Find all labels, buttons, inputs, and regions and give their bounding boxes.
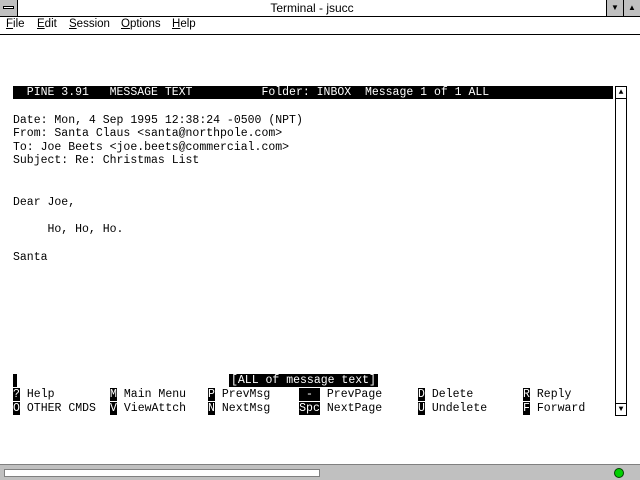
cmd-label: PrevMsg <box>221 388 271 401</box>
scroll-down-icon[interactable]: ▼ <box>616 403 626 415</box>
cmd-label: Forward <box>536 402 586 415</box>
cmd-label: Help <box>26 388 55 401</box>
cmd-next-msg[interactable]: N NextMsg <box>208 402 270 415</box>
cmd-key: O <box>13 402 20 415</box>
scroll-up-icon[interactable]: ▲ <box>616 87 626 99</box>
cmd-main-menu[interactable]: M Main Menu <box>110 388 186 401</box>
terminal-screen[interactable]: PINE 3.91 MESSAGE TEXT Folder: INBOX Mes… <box>13 86 627 416</box>
cmd-delete[interactable]: D Delete <box>418 388 473 401</box>
body-greeting: Dear Joe, <box>13 196 76 209</box>
menu-edit[interactable]: Edit <box>37 17 57 34</box>
header-date: Date: Mon, 4 Sep 1995 12:38:24 -0500 (NP… <box>13 114 303 127</box>
cmd-next-page[interactable]: Spc NextPage <box>299 402 382 415</box>
cmd-help[interactable]: ? Help <box>13 388 55 401</box>
cmd-label: ViewAttch <box>123 402 187 415</box>
menu-help[interactable]: Help <box>172 17 196 34</box>
cmd-key: V <box>110 402 117 415</box>
cmd-label: NextPage <box>326 402 383 415</box>
header-to: To: Joe Beets <joe.beets@commercial.com> <box>13 141 290 154</box>
connection-led-icon <box>614 468 624 478</box>
cmd-key: M <box>110 388 117 401</box>
cmd-key: Spc <box>299 402 320 415</box>
cmd-reply[interactable]: R Reply <box>523 388 571 401</box>
cmd-label: PrevPage <box>326 388 383 401</box>
header-from: From: Santa Claus <santa@northpole.com> <box>13 127 283 140</box>
title-bar: Terminal - jsucc ▼ ▲ <box>0 0 640 17</box>
menu-session[interactable]: Session <box>69 17 110 34</box>
cmd-key: - <box>299 388 320 401</box>
cmd-label: Undelete <box>431 402 488 415</box>
cmd-view-attch[interactable]: V ViewAttch <box>110 402 186 415</box>
vertical-scrollbar[interactable]: ▲ ▼ <box>615 86 627 416</box>
maximize-icon[interactable]: ▲ <box>623 0 640 16</box>
cmd-key: D <box>418 388 425 401</box>
cmd-label: OTHER CMDS <box>26 402 96 415</box>
cmd-undelete[interactable]: U Undelete <box>418 402 487 415</box>
cmd-prev-msg[interactable]: P PrevMsg <box>208 388 270 401</box>
cmd-key: P <box>208 388 215 401</box>
cmd-key: ? <box>13 388 20 401</box>
menu-bar: File Edit Session Options Help <box>0 17 640 35</box>
terminal-cursor <box>13 374 17 387</box>
menu-file[interactable]: File <box>6 17 25 34</box>
cmd-key: N <box>208 402 215 415</box>
window-title: Terminal - jsucc <box>270 1 354 15</box>
horizontal-scrollbar[interactable] <box>4 469 320 477</box>
cmd-other-cmds[interactable]: O OTHER CMDS <box>13 402 96 415</box>
body-signature: Santa <box>13 251 48 264</box>
cmd-key: F <box>523 402 530 415</box>
pine-status-bar: PINE 3.91 MESSAGE TEXT Folder: INBOX Mes… <box>13 86 613 99</box>
cmd-prev-page[interactable]: - PrevPage <box>299 388 382 401</box>
menu-options[interactable]: Options <box>121 17 161 34</box>
system-menu-icon[interactable] <box>0 0 18 16</box>
header-subject: Subject: Re: Christmas List <box>13 154 200 167</box>
cmd-label: Delete <box>431 388 474 401</box>
cmd-label: Main Menu <box>123 388 187 401</box>
minimize-icon[interactable]: ▼ <box>606 0 623 16</box>
cmd-forward[interactable]: F Forward <box>523 402 585 415</box>
cmd-label: NextMsg <box>221 402 271 415</box>
message-indicator: [ALL of message text] <box>229 374 378 387</box>
cmd-label: Reply <box>536 388 572 401</box>
body-text: Ho, Ho, Ho. <box>13 223 124 236</box>
cmd-key: U <box>418 402 425 415</box>
cmd-key: R <box>523 388 530 401</box>
bottom-status-bar <box>0 464 640 480</box>
